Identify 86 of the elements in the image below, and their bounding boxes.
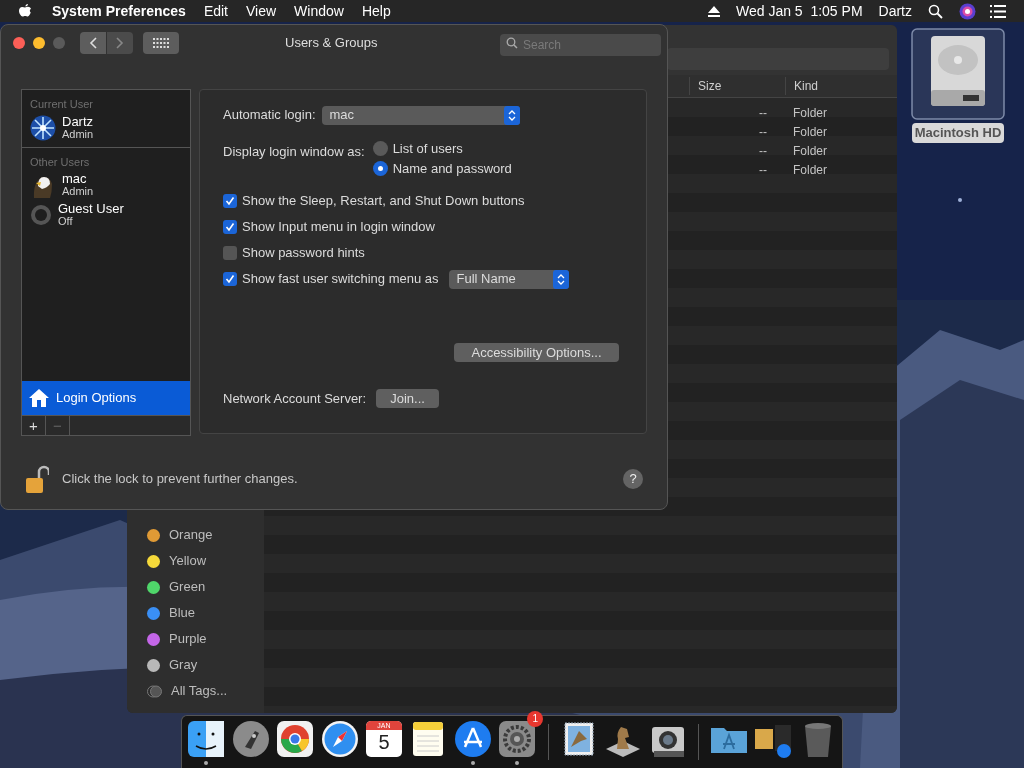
siri-icon[interactable] bbox=[959, 2, 976, 20]
user-item[interactable]: Dartz Admin bbox=[22, 112, 190, 143]
radio-label[interactable]: Name and password bbox=[392, 158, 512, 179]
field-label: Automatic login: bbox=[223, 106, 316, 125]
user-role: Off bbox=[58, 215, 74, 228]
help-button[interactable]: ? bbox=[623, 469, 643, 489]
clock[interactable]: Wed Jan 5 1:05 PM bbox=[735, 0, 863, 22]
column-heading[interactable]: Size bbox=[689, 77, 785, 95]
table-cell-text: -- bbox=[758, 123, 768, 141]
accessibility-button[interactable]: Accessibility Options... bbox=[454, 343, 619, 362]
menu-item[interactable]: Help bbox=[361, 0, 391, 22]
snowflake-icon bbox=[30, 114, 56, 141]
section-header: Other Users bbox=[29, 154, 91, 170]
close-button[interactable] bbox=[13, 37, 25, 49]
tag-label[interactable]: Yellow bbox=[169, 551, 207, 571]
menu-item[interactable]: Edit bbox=[203, 0, 228, 22]
back-button[interactable] bbox=[80, 32, 106, 54]
list-icon[interactable] bbox=[990, 4, 1006, 18]
checkbox-label[interactable]: Show fast user switching menu as bbox=[242, 269, 439, 289]
add-button[interactable]: + bbox=[22, 416, 46, 436]
finder-icon[interactable] bbox=[186, 719, 227, 759]
chrome-icon[interactable] bbox=[275, 719, 316, 759]
user-item[interactable]: mac Admin bbox=[22, 170, 190, 200]
table-cell-text: Folder bbox=[792, 161, 828, 179]
checkbox[interactable] bbox=[223, 246, 237, 260]
chevron-right-icon bbox=[116, 37, 124, 49]
app-store-icon[interactable] bbox=[452, 719, 493, 759]
tag-label[interactable]: Gray bbox=[169, 655, 198, 675]
radio-button[interactable] bbox=[372, 161, 388, 176]
field-label: Network Account Server: bbox=[223, 390, 367, 408]
eject-icon[interactable] bbox=[707, 5, 720, 17]
checkbox[interactable] bbox=[223, 272, 237, 286]
show-all-button[interactable] bbox=[143, 32, 179, 54]
stepper-icon bbox=[552, 269, 569, 289]
login-options-item[interactable]: Login Options bbox=[22, 381, 190, 415]
name-dropdown[interactable]: Full Name bbox=[448, 269, 569, 289]
grid-icon bbox=[153, 38, 169, 48]
compass-icon[interactable] bbox=[319, 719, 360, 759]
join-button[interactable]: Join... bbox=[376, 389, 440, 409]
user-name: mac bbox=[62, 172, 88, 185]
icon-label[interactable]: Macintosh HD bbox=[911, 123, 1005, 143]
tag-label[interactable]: Green bbox=[169, 577, 206, 597]
checkbox-label[interactable]: Show password hints bbox=[242, 243, 365, 263]
user-item[interactable]: Guest User Off bbox=[22, 200, 190, 230]
menu-item[interactable]: View bbox=[246, 0, 277, 22]
table-cell-text: -- bbox=[758, 161, 768, 179]
house-icon bbox=[28, 388, 50, 408]
radio-label[interactable]: List of users bbox=[392, 138, 463, 159]
user-name: Guest User bbox=[58, 202, 124, 215]
menu-item[interactable]: Window bbox=[294, 0, 344, 22]
tag-label[interactable]: Orange bbox=[169, 525, 213, 545]
user-menu[interactable]: Dartz bbox=[878, 0, 912, 22]
user-role: Admin bbox=[62, 185, 94, 198]
field-label: Display login window as: bbox=[223, 143, 365, 161]
stepper-icon bbox=[503, 105, 520, 125]
column-heading[interactable]: Kind bbox=[785, 77, 897, 95]
table-cell-text: Folder bbox=[792, 142, 828, 160]
search-icon[interactable] bbox=[928, 3, 943, 19]
checkbox-label[interactable]: Show Input menu in login window bbox=[242, 217, 435, 237]
lock-icon[interactable] bbox=[25, 464, 49, 494]
table-cell-text: Folder bbox=[792, 104, 828, 122]
tag-label[interactable]: All Tags... bbox=[171, 681, 228, 701]
window-title: Users & Groups bbox=[285, 34, 378, 53]
tag-label[interactable]: Purple bbox=[169, 629, 207, 649]
search-icon bbox=[506, 37, 518, 49]
user-name: Dartz bbox=[62, 114, 94, 128]
hard-drive-icon[interactable] bbox=[911, 28, 1005, 120]
all-tags-icon bbox=[147, 684, 162, 698]
lock-message: Click the lock to prevent further changes. bbox=[62, 470, 298, 489]
checkbox[interactable] bbox=[223, 194, 237, 208]
apple-icon[interactable] bbox=[18, 3, 32, 19]
checkbox-label[interactable]: Show the Sleep, Restart, and Shut Down buttons bbox=[242, 191, 525, 211]
table-cell-text: Folder bbox=[792, 123, 828, 141]
radio-button[interactable] bbox=[372, 141, 388, 156]
minimize-button[interactable] bbox=[33, 37, 45, 49]
user-role: Admin bbox=[62, 127, 94, 141]
section-header: Current User bbox=[29, 97, 94, 112]
table-cell-text: -- bbox=[758, 104, 768, 122]
login-dropdown[interactable]: mac bbox=[321, 105, 520, 125]
checkbox[interactable] bbox=[223, 220, 237, 234]
tag-label[interactable]: Blue bbox=[169, 603, 196, 623]
chevron-left-icon bbox=[89, 37, 97, 49]
table-cell-text: -- bbox=[758, 142, 768, 160]
app-menu[interactable]: System Preferences bbox=[52, 0, 186, 22]
search-field[interactable] bbox=[667, 48, 889, 70]
guest-icon bbox=[30, 204, 52, 226]
